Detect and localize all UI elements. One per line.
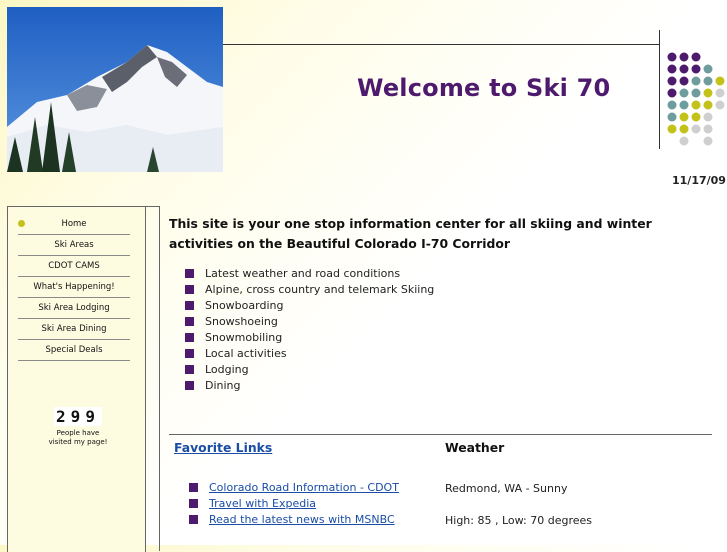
- decorative-dot-grid: [667, 52, 727, 148]
- sidebar-item-label: CDOT CAMS: [48, 261, 100, 271]
- list-item: Snowboarding: [185, 298, 434, 314]
- intro-text: This site is your one stop information c…: [169, 216, 652, 251]
- list-item-text: Alpine, cross country and telemark Skiin…: [205, 283, 435, 296]
- square-bullet-icon: [185, 381, 194, 390]
- sidebar-item-label: Ski Area Lodging: [38, 303, 110, 313]
- header-vertical-rule: [659, 30, 660, 149]
- list-item: Colorado Road Information - CDOT: [189, 480, 399, 496]
- page-title: Welcome to Ski 70: [357, 74, 611, 102]
- favorite-links-list: Colorado Road Information - CDOT Travel …: [189, 480, 399, 528]
- weather-location: Redmond, WA - Sunny: [445, 482, 568, 495]
- sidebar-item-ski-areas[interactable]: Ski Areas: [18, 236, 130, 256]
- favorite-links-heading[interactable]: Favorite Links: [174, 440, 272, 455]
- list-item-text: Dining: [205, 379, 241, 392]
- list-item: Latest weather and road conditions: [185, 266, 434, 282]
- list-item: Dining: [185, 378, 434, 394]
- header-photo-mountain: [7, 7, 223, 172]
- square-bullet-icon: [185, 349, 194, 358]
- sidebar-item-label: Home: [61, 219, 87, 229]
- visitor-caption-line2: visited my page!: [48, 438, 108, 446]
- weather-temps: High: 85 , Low: 70 degrees: [445, 514, 593, 527]
- header-rule: [223, 44, 660, 45]
- feature-list: Latest weather and road conditions Alpin…: [185, 266, 434, 394]
- list-item: Read the latest news with MSNBC: [189, 512, 399, 528]
- sidebar: Home Ski Areas CDOT CAMS What's Happenin…: [7, 206, 146, 552]
- sidebar-item-label: Ski Areas: [54, 240, 94, 250]
- square-bullet-icon: [185, 285, 194, 294]
- frame-top-rule: [144, 206, 159, 207]
- weather-heading: Weather: [445, 440, 505, 455]
- visitor-caption-line1: People have: [56, 429, 100, 437]
- sidebar-item-cdot-cams[interactable]: CDOT CAMS: [18, 257, 130, 277]
- sidebar-nav: Home Ski Areas CDOT CAMS What's Happenin…: [18, 215, 130, 362]
- list-item: Snowmobiling: [185, 330, 434, 346]
- square-bullet-icon: [189, 515, 198, 524]
- visitor-caption: People have visited my page!: [40, 429, 116, 447]
- main-content: This site is your one stop information c…: [169, 214, 714, 254]
- active-bullet-icon: [18, 220, 25, 227]
- content-divider: [159, 206, 160, 551]
- link-cdot-road-info[interactable]: Colorado Road Information - CDOT: [209, 481, 399, 494]
- square-bullet-icon: [185, 301, 194, 310]
- visitor-counter: 299 People have visited my page!: [48, 407, 108, 447]
- list-item-text: Lodging: [205, 363, 249, 376]
- sidebar-item-label: What's Happening!: [33, 282, 115, 292]
- list-item-text: Latest weather and road conditions: [205, 267, 401, 280]
- square-bullet-icon: [189, 483, 198, 492]
- square-bullet-icon: [185, 365, 194, 374]
- square-bullet-icon: [185, 317, 194, 326]
- page-date: 11/17/09: [672, 174, 726, 187]
- square-bullet-icon: [185, 269, 194, 278]
- section-rule: [169, 434, 712, 435]
- sidebar-item-label: Special Deals: [45, 345, 103, 355]
- list-item: Alpine, cross country and telemark Skiin…: [185, 282, 434, 298]
- list-item-text: Snowshoeing: [205, 315, 278, 328]
- link-expedia[interactable]: Travel with Expedia: [209, 497, 316, 510]
- list-item: Travel with Expedia: [189, 496, 399, 512]
- square-bullet-icon: [189, 499, 198, 508]
- sidebar-item-ski-area-dining[interactable]: Ski Area Dining: [18, 320, 130, 340]
- list-item-text: Snowboarding: [205, 299, 284, 312]
- list-item-text: Snowmobiling: [205, 331, 283, 344]
- sidebar-item-special-deals[interactable]: Special Deals: [18, 341, 130, 361]
- square-bullet-icon: [185, 333, 194, 342]
- list-item: Local activities: [185, 346, 434, 362]
- list-item: Lodging: [185, 362, 434, 378]
- sidebar-item-ski-area-lodging[interactable]: Ski Area Lodging: [18, 299, 130, 319]
- sidebar-item-whats-happening[interactable]: What's Happening!: [18, 278, 130, 298]
- sidebar-item-home[interactable]: Home: [18, 215, 130, 235]
- visitor-count: 299: [54, 407, 102, 426]
- sidebar-item-label: Ski Area Dining: [41, 324, 107, 334]
- link-msnbc[interactable]: Read the latest news with MSNBC: [209, 513, 395, 526]
- list-item: Snowshoeing: [185, 314, 434, 330]
- list-item-text: Local activities: [205, 347, 287, 360]
